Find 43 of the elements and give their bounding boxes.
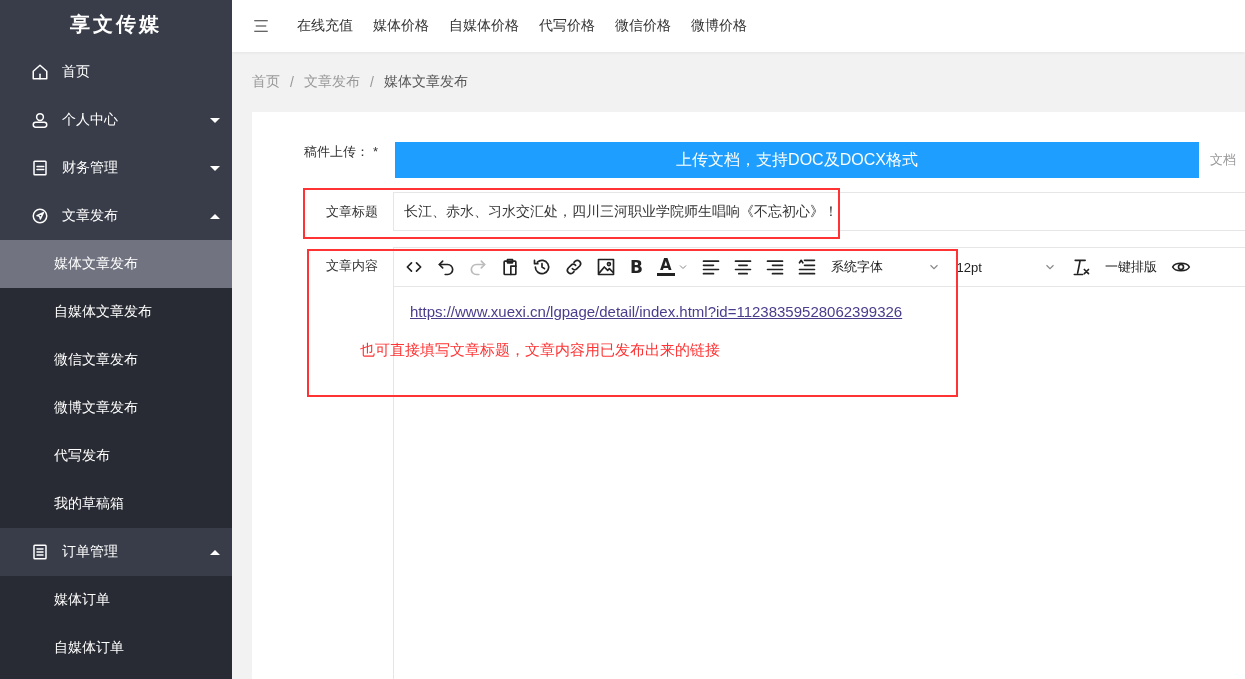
font-color-button[interactable]: A	[656, 258, 675, 276]
menu-icon[interactable]	[252, 17, 270, 35]
field-label: 文章标题	[325, 202, 379, 221]
image-icon[interactable]	[596, 257, 616, 277]
link-icon[interactable]	[564, 257, 584, 277]
sidebar-menu-item[interactable]: 订单管理	[0, 528, 232, 576]
undo-icon[interactable]	[436, 257, 456, 277]
title-input-field[interactable]: 长江、赤水、习水交汇处，四川三河职业学院师生唱响《不忘初心》！	[393, 192, 1245, 231]
top-nav-link[interactable]: 微博价格	[691, 17, 747, 35]
top-nav-link[interactable]: 媒体价格	[373, 17, 429, 35]
list-icon	[31, 543, 49, 561]
sidebar-menu-item[interactable]: 首页	[0, 48, 232, 96]
bold-button[interactable]: B	[628, 257, 645, 277]
upload-hint: 文档	[1210, 151, 1236, 169]
clipboard-icon[interactable]	[500, 257, 520, 277]
dropdown-select[interactable]: 系统字体	[828, 258, 943, 276]
top-nav-link[interactable]: 自媒体价格	[449, 17, 519, 35]
home-icon	[31, 63, 49, 81]
breadcrumb-separator: /	[290, 74, 294, 90]
sidebar-menu-item[interactable]: 文章发布	[0, 192, 232, 240]
article-link[interactable]: https://www.xuexi.cn/lgpage/detail/index.html?id=11238359528062399326	[410, 303, 903, 320]
auto-format-button[interactable]: 一键排版	[1102, 258, 1159, 276]
align-right-icon[interactable]	[764, 257, 785, 277]
logo-text: 享文传媒	[70, 10, 162, 38]
align-center-icon[interactable]	[732, 257, 753, 277]
breadcrumb-current: 媒体文章发布	[383, 73, 468, 91]
breadcrumb-separator: /	[369, 74, 374, 90]
sidebar-menu-item[interactable]: 财务管理	[0, 144, 232, 192]
compass-icon	[31, 207, 49, 225]
sidebar-menu-item[interactable]: 个人中心	[0, 96, 232, 144]
annotation-note: 也可直接填写文章标题，文章内容用已发布出来的链接	[360, 341, 720, 360]
line-height-icon[interactable]	[796, 257, 817, 277]
align-left-icon[interactable]	[700, 257, 721, 277]
field-label: 稿件上传： *	[303, 143, 379, 161]
sidebar-submenu-item[interactable]: 媒体文章发布	[0, 240, 232, 288]
top-nav-link[interactable]: 微信价格	[615, 17, 671, 35]
field-label: 文章内容	[325, 257, 379, 275]
top-nav-link[interactable]: 在线充值	[297, 17, 353, 35]
ledger-icon	[31, 159, 49, 177]
user-icon	[31, 111, 49, 129]
history-icon[interactable]	[532, 257, 552, 277]
dropdown-select[interactable]: 12pt	[954, 259, 1059, 275]
top-nav-link[interactable]: 代写价格	[539, 17, 595, 35]
